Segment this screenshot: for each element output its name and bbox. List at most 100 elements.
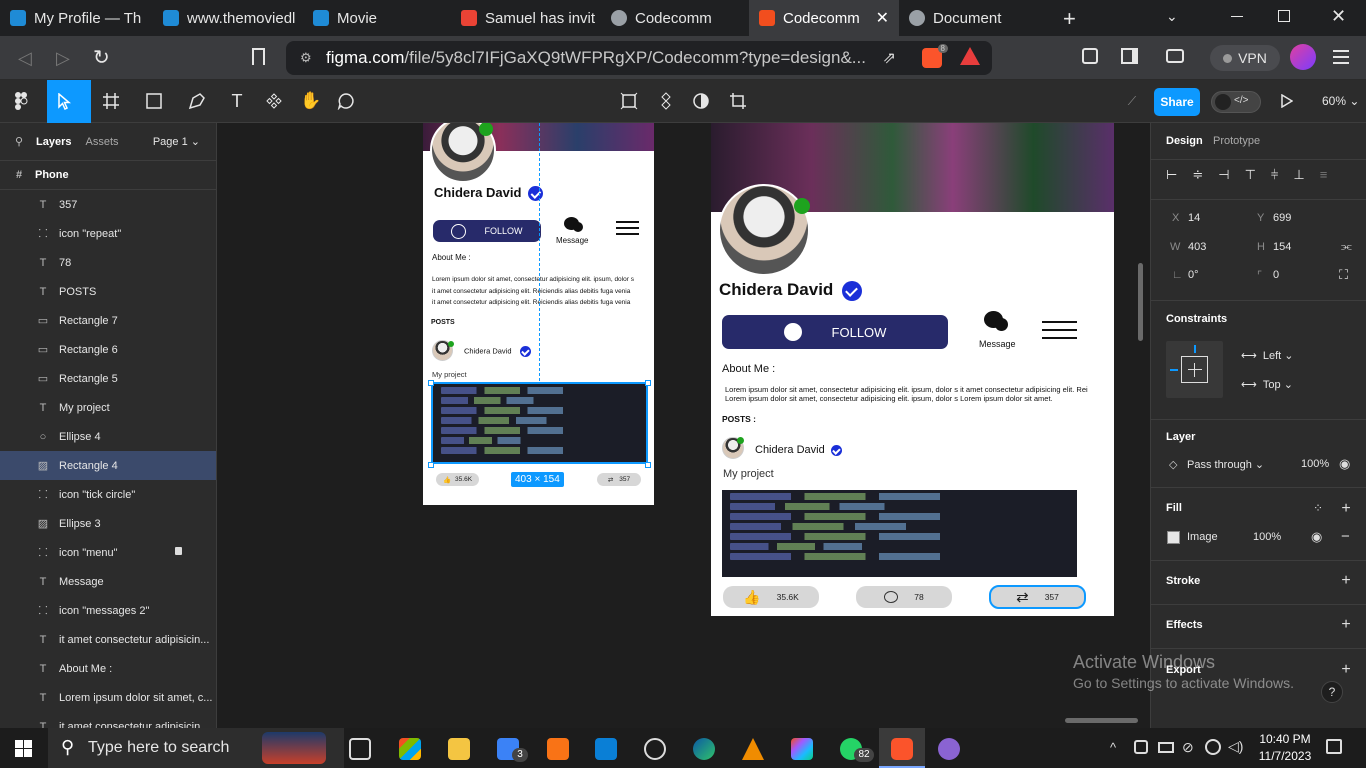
crop-icon[interactable] bbox=[727, 90, 749, 112]
text-tool-icon[interactable]: T bbox=[226, 90, 248, 112]
menu-icon[interactable] bbox=[1042, 321, 1077, 323]
layer-row[interactable]: Tit amet consectetur adipisicin... bbox=[0, 625, 216, 654]
wallet-icon[interactable] bbox=[1166, 49, 1184, 63]
vpn-button[interactable]: VPN bbox=[1210, 45, 1280, 71]
sidebar-icon[interactable] bbox=[1121, 48, 1138, 64]
add-stroke-icon[interactable]: + bbox=[1340, 573, 1352, 589]
windows-start-icon[interactable] bbox=[15, 740, 32, 757]
image-fill-swatch[interactable] bbox=[1167, 531, 1180, 544]
follow-button[interactable]: FOLLOW bbox=[433, 220, 541, 242]
tab-search-chevron-icon[interactable]: ⌄ bbox=[1166, 8, 1178, 25]
resize-handle[interactable] bbox=[645, 462, 651, 468]
share-button[interactable]: Share bbox=[1154, 88, 1200, 116]
constraints-widget[interactable] bbox=[1166, 341, 1223, 398]
resize-handle[interactable] bbox=[428, 462, 434, 468]
repost-button[interactable]: ⇄ 357 bbox=[597, 473, 641, 486]
crop-frame-icon[interactable] bbox=[618, 90, 640, 112]
horizontal-constraint-dropdown[interactable]: ⟷ Left ⌄ bbox=[1241, 349, 1294, 362]
horizontal-scrollbar[interactable] bbox=[1065, 718, 1138, 723]
layer-row[interactable]: ⸬ icon "menu" bbox=[0, 538, 216, 567]
layer-row[interactable]: T POSTS bbox=[0, 277, 216, 306]
layer-opacity-input[interactable]: 100% bbox=[1301, 458, 1329, 470]
hand-tool-icon[interactable]: ✋ bbox=[300, 90, 322, 112]
rectangle-tool-icon[interactable] bbox=[143, 90, 165, 112]
help-button[interactable]: ? bbox=[1321, 681, 1343, 703]
top-constraint[interactable] bbox=[1194, 345, 1196, 353]
comment-tool-icon[interactable] bbox=[335, 90, 357, 112]
brave-rewards-icon[interactable] bbox=[960, 47, 980, 65]
tab-gmail[interactable]: Samuel has invit bbox=[451, 0, 601, 36]
components-tool-icon[interactable] bbox=[263, 90, 285, 112]
visibility-eye-icon[interactable]: ◉ bbox=[1339, 456, 1350, 472]
edge-icon[interactable] bbox=[693, 738, 715, 760]
align-center-h-icon[interactable]: ≑ bbox=[1192, 167, 1203, 183]
resize-handle[interactable] bbox=[428, 380, 434, 386]
layer-row[interactable]: ▨ Ellipse 3 bbox=[0, 509, 216, 538]
vertical-scrollbar[interactable] bbox=[1138, 263, 1143, 341]
rotation-input[interactable]: 0° bbox=[1188, 269, 1199, 281]
back-icon[interactable]: ◁ bbox=[18, 48, 32, 69]
volume-icon[interactable]: ◁) bbox=[1228, 738, 1243, 755]
tab-design[interactable]: Design bbox=[1166, 135, 1203, 147]
close-window-icon[interactable]: ✕ bbox=[1331, 6, 1346, 27]
align-top-icon[interactable]: ⊤ bbox=[1245, 167, 1256, 183]
like-button[interactable]: 👍 35.6K bbox=[723, 586, 819, 608]
share-icon[interactable]: ⇗ bbox=[883, 48, 896, 68]
present-play-icon[interactable] bbox=[1276, 90, 1298, 112]
vscode-icon[interactable] bbox=[595, 738, 617, 760]
layer-row[interactable]: ⸬ icon "repeat" bbox=[0, 219, 216, 248]
vlc-icon[interactable] bbox=[742, 738, 764, 760]
layer-row[interactable]: ▭ Rectangle 5 bbox=[0, 364, 216, 393]
independent-corners-icon[interactable]: ⛶ bbox=[1339, 267, 1348, 283]
align-center-v-icon[interactable]: ⫩ bbox=[1271, 167, 1278, 183]
pen-tool-icon[interactable] bbox=[186, 90, 208, 112]
file-explorer-icon[interactable] bbox=[448, 738, 470, 760]
align-right-icon[interactable]: ⊣ bbox=[1218, 167, 1229, 183]
notifications-icon[interactable] bbox=[1326, 739, 1342, 754]
vertical-constraint-dropdown[interactable]: ⟷ Top ⌄ bbox=[1241, 378, 1293, 391]
layer-row[interactable]: T Message bbox=[0, 567, 216, 596]
comment-button[interactable]: 78 bbox=[856, 586, 952, 608]
repost-button[interactable]: ⇄ 357 bbox=[989, 585, 1086, 609]
microsoft-store-icon[interactable] bbox=[399, 738, 421, 760]
project-code-image[interactable] bbox=[431, 382, 648, 464]
lock-icon[interactable] bbox=[175, 547, 182, 555]
figma-main-menu-icon[interactable] bbox=[10, 90, 32, 112]
corner-radius-input[interactable]: 0 bbox=[1273, 269, 1279, 281]
close-tab-icon[interactable]: ✕ bbox=[876, 8, 889, 28]
menu-icon[interactable] bbox=[616, 221, 639, 223]
dev-mode-toggle[interactable]: </> bbox=[1211, 91, 1261, 113]
tab-themoviedb[interactable]: www.themoviedl bbox=[153, 0, 303, 36]
frame-tool-icon[interactable] bbox=[100, 90, 122, 112]
move-tool-button[interactable] bbox=[47, 80, 91, 123]
component-set-icon[interactable] bbox=[655, 90, 677, 112]
layer-row[interactable]: T 357 bbox=[0, 190, 216, 219]
globe-language-icon[interactable] bbox=[1205, 739, 1221, 755]
taskbar-clock[interactable]: 10:40 PM 11/7/2023 bbox=[1254, 731, 1316, 765]
forward-icon[interactable]: ▷ bbox=[56, 48, 70, 69]
tab-prototype[interactable]: Prototype bbox=[1213, 135, 1260, 147]
minimize-icon[interactable] bbox=[1231, 16, 1243, 17]
fill-visibility-eye-icon[interactable]: ◉ bbox=[1311, 529, 1322, 545]
network-off-icon[interactable]: ⊘ bbox=[1182, 739, 1194, 756]
extensions-icon[interactable] bbox=[1082, 48, 1098, 64]
profile-avatar[interactable] bbox=[1290, 44, 1316, 70]
left-constraint[interactable] bbox=[1170, 369, 1178, 371]
layer-row[interactable]: T 78 bbox=[0, 248, 216, 277]
layer-row[interactable]: T About Me : bbox=[0, 654, 216, 683]
site-settings-icon[interactable]: ⚙ bbox=[300, 50, 312, 66]
github-desktop-icon[interactable] bbox=[938, 738, 960, 760]
reload-icon[interactable]: ↻ bbox=[93, 45, 110, 70]
camera-icon[interactable] bbox=[1134, 740, 1148, 754]
add-export-icon[interactable]: + bbox=[1340, 662, 1352, 678]
add-fill-icon[interactable]: + bbox=[1340, 501, 1352, 517]
restore-icon[interactable] bbox=[1278, 10, 1290, 22]
mask-icon[interactable] bbox=[690, 90, 712, 112]
width-input[interactable]: 403 bbox=[1188, 241, 1206, 253]
fill-styles-icon[interactable]: ⁘ bbox=[1313, 501, 1323, 515]
layer-row[interactable]: T Lorem ipsum dolor sit amet, c... bbox=[0, 683, 216, 712]
brave-taskbar-button[interactable] bbox=[879, 728, 925, 768]
tab-codecomm-figma[interactable]: Codecomm ✕ bbox=[749, 0, 899, 36]
layer-row[interactable]: ⸬ icon "messages 2" bbox=[0, 596, 216, 625]
show-hidden-icons-icon[interactable]: ^ bbox=[1110, 740, 1116, 755]
